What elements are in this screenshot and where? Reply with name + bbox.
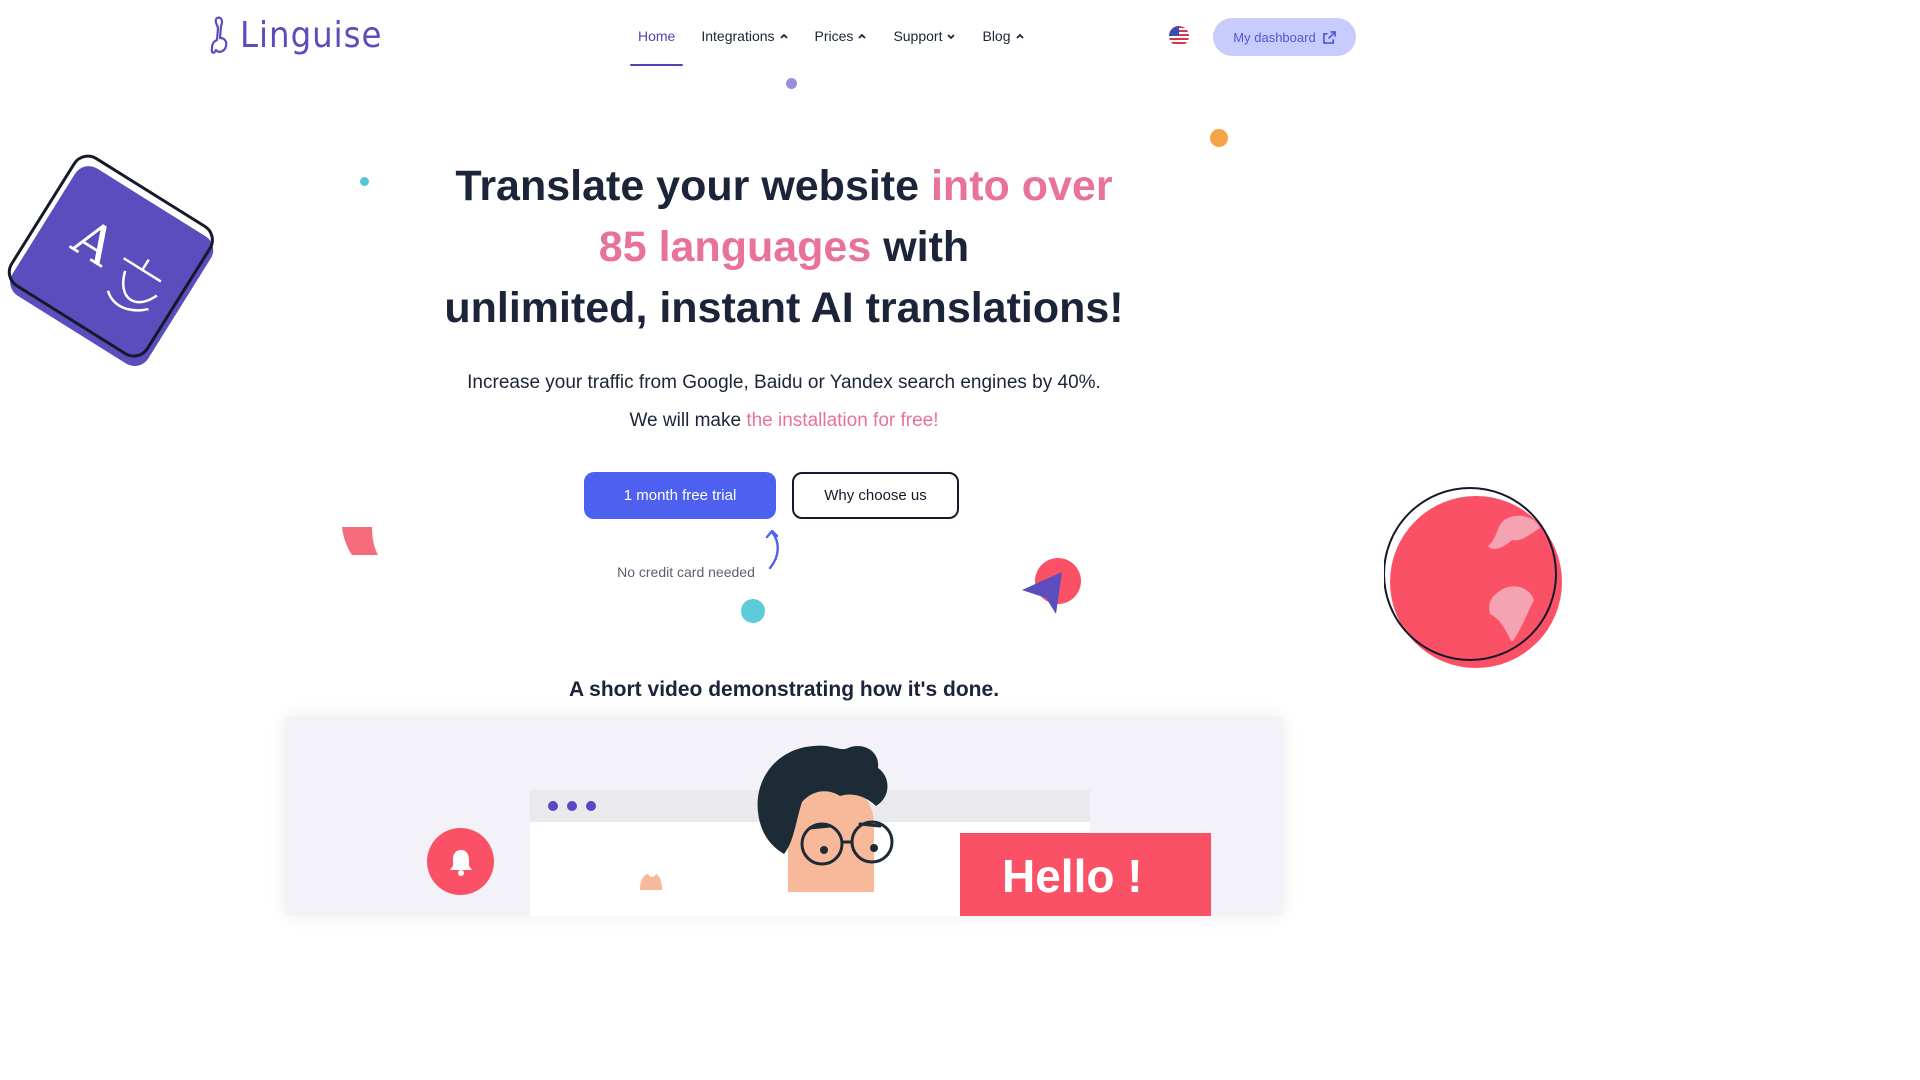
my-dashboard-label: My dashboard [1233, 29, 1316, 45]
hero-title-part-1: Translate your website [455, 162, 931, 210]
bell-icon [427, 828, 494, 895]
globe-illustration [1383, 482, 1568, 679]
nav-prices[interactable]: Prices [807, 6, 876, 66]
nav-prices-label: Prices [814, 28, 854, 44]
main-nav: Home Integrations Prices Support Blog [630, 0, 1043, 72]
install-prefix: We will make [629, 410, 747, 431]
orange-dot [1210, 129, 1228, 147]
hero-title-part-2: with [871, 223, 970, 271]
logo-text: Linguise [240, 15, 383, 56]
logo[interactable]: Linguise [208, 14, 382, 58]
hero-install-text: We will make the installation for free! [384, 410, 1184, 432]
nav-support[interactable]: Support [885, 6, 964, 66]
external-link-icon [1322, 30, 1336, 44]
translate-card-illustration: A [0, 140, 230, 385]
logo-mark-icon [210, 16, 228, 54]
paper-plane-illustration [1018, 556, 1088, 625]
character-illustration [757, 745, 894, 892]
hero-title: Translate your website into over 85 lang… [384, 156, 1184, 339]
why-choose-us-button[interactable]: Why choose us [792, 472, 959, 519]
video-section-title: A short video demonstrating how it's don… [568, 678, 1000, 701]
us-flag-icon[interactable] [1169, 26, 1189, 46]
nav-home-label: Home [638, 28, 676, 44]
nav-blog[interactable]: Blog [974, 6, 1032, 66]
nav-home[interactable]: Home [630, 6, 684, 66]
chevron-down-icon [947, 34, 956, 40]
nav-integrations[interactable]: Integrations [693, 6, 796, 66]
chevron-up-icon [858, 33, 867, 39]
no-credit-card-note: No credit card needed [617, 564, 755, 580]
nav-support-label: Support [893, 28, 943, 44]
hero-title-highlight-1: into over [930, 162, 1113, 210]
demo-video-player[interactable]: Hello ! [284, 716, 1284, 916]
purple-dot [786, 78, 797, 89]
hero-title-highlight-2: 85 languages [598, 223, 872, 271]
pink-shape [340, 526, 380, 563]
nav-blog-label: Blog [982, 28, 1011, 44]
window-dot [586, 801, 596, 811]
chevron-up-icon [779, 33, 788, 39]
my-dashboard-button[interactable]: My dashboard [1213, 18, 1356, 56]
hero-title-part-3: unlimited, instant AI translations! [444, 284, 1124, 332]
hello-banner: Hello ! [960, 833, 1211, 916]
teal-dot-large [741, 599, 765, 623]
nav-integrations-label: Integrations [701, 28, 775, 44]
free-trial-button[interactable]: 1 month free trial [584, 472, 776, 519]
hero-subtitle: Increase your traffic from Google, Baidu… [467, 372, 1101, 393]
teal-dot [360, 177, 369, 186]
hand-icon [640, 874, 662, 890]
window-dot [548, 801, 558, 811]
chevron-up-icon [1015, 33, 1024, 39]
install-highlight: the installation for free! [746, 410, 939, 431]
window-dot [567, 801, 577, 811]
